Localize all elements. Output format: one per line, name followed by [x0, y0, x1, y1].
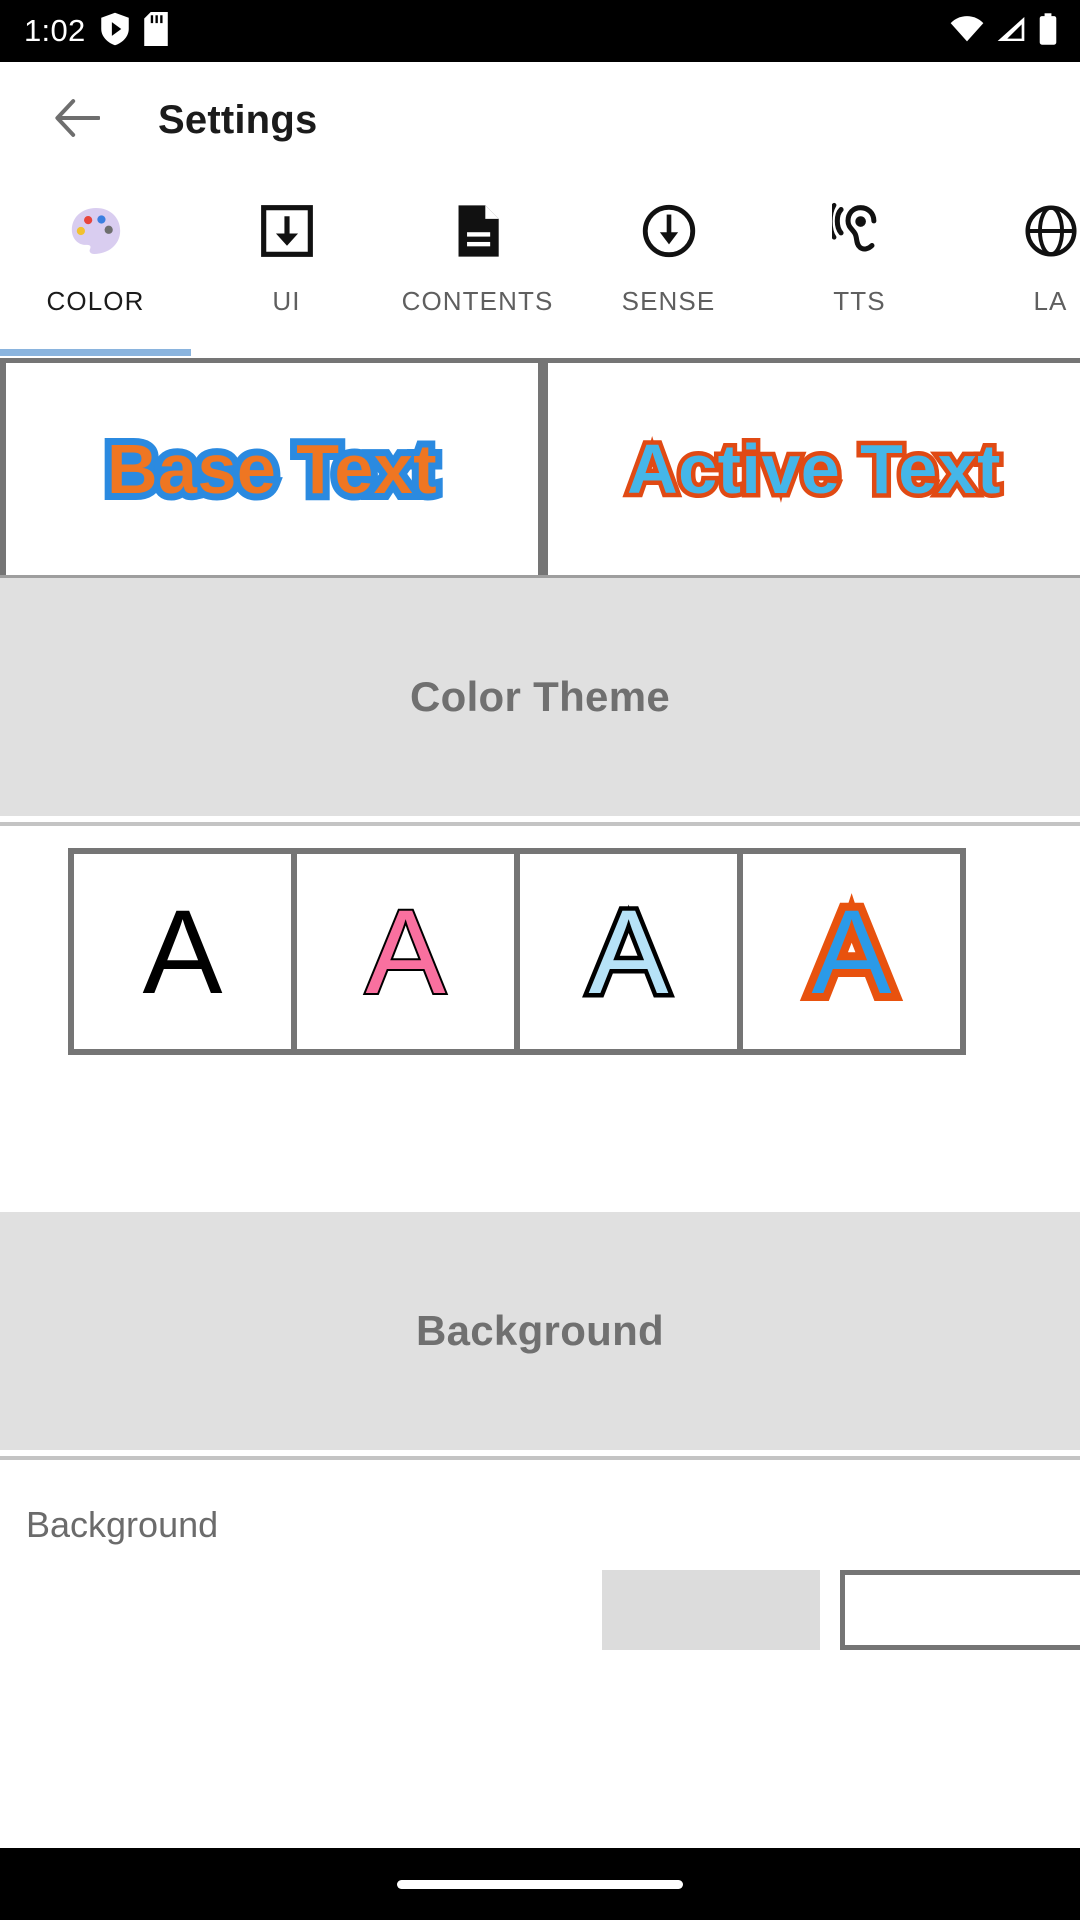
tab-label-ui: UI — [272, 286, 301, 316]
color-theme-section-header: Color Theme — [0, 578, 1080, 816]
active-text-preview-card[interactable]: Active Text — [544, 363, 1080, 575]
shield-play-icon — [100, 12, 130, 51]
back-button[interactable] — [46, 89, 108, 151]
app-bar: Settings — [0, 62, 1080, 178]
tab-label-contents: CONTENTS — [401, 286, 554, 316]
tab-ui[interactable]: UI — [191, 178, 382, 356]
status-bar-right — [950, 12, 1058, 50]
tab-language[interactable]: LA — [955, 178, 1080, 356]
background-list-row[interactable]: Background — [0, 1460, 1080, 1670]
status-bar-clock: 1:02 — [24, 13, 86, 48]
tab-contents[interactable]: CONTENTS — [382, 178, 573, 356]
tab-label-sense: SENSE — [621, 286, 716, 316]
background-row-label: Background — [26, 1504, 219, 1545]
background-title: Background — [415, 1307, 665, 1354]
boxed-download-arrow-icon — [260, 200, 314, 262]
color-theme-swatch-row: A A A A — [68, 848, 986, 1055]
theme-swatch-4[interactable]: A — [737, 848, 966, 1055]
status-bar: 1:02 — [0, 0, 1080, 62]
system-navigation-bar — [0, 1848, 1080, 1920]
tab-active-indicator — [0, 349, 191, 356]
tab-label-tts: TTS — [833, 286, 886, 316]
base-text-preview-card[interactable]: Base Text — [0, 363, 544, 575]
background-swatch-group — [602, 1570, 1080, 1650]
tab-label-color: COLOR — [46, 286, 145, 316]
back-arrow-icon — [54, 98, 101, 143]
battery-icon — [1038, 12, 1058, 50]
theme-letter-3: A — [584, 884, 673, 1019]
document-icon — [452, 200, 504, 262]
palette-icon — [67, 200, 125, 262]
theme-letter-4: A — [803, 884, 899, 1020]
background-swatch-white[interactable] — [840, 1570, 1080, 1650]
status-bar-left: 1:02 — [24, 11, 168, 51]
theme-swatch-1[interactable]: A — [68, 848, 297, 1055]
wifi-icon — [950, 15, 984, 48]
hearing-ear-icon — [831, 200, 888, 262]
tab-sense[interactable]: SENSE — [573, 178, 764, 356]
color-theme-swatch-area: A A A A — [0, 826, 1080, 1212]
theme-letter-1: A — [142, 884, 223, 1019]
language-icon — [1024, 200, 1078, 262]
settings-tab-bar[interactable]: COLOR UI CONTENTS SENSE TTS LA — [0, 178, 1080, 356]
base-text-sample: Base Text — [100, 423, 444, 515]
active-text-sample: Active Text — [623, 426, 1005, 513]
tab-label-language: LA — [1033, 286, 1068, 316]
cellular-signal-icon — [995, 15, 1027, 48]
gesture-pill[interactable] — [397, 1879, 683, 1889]
theme-letter-2: A — [363, 884, 447, 1019]
text-preview-row: Base Text Active Text — [0, 358, 1080, 578]
background-swatch-gray[interactable] — [602, 1570, 820, 1650]
tab-color[interactable]: COLOR — [0, 178, 191, 356]
background-section-header: Background — [0, 1212, 1080, 1450]
sd-card-icon — [143, 11, 168, 51]
theme-swatch-2[interactable]: A — [291, 848, 520, 1055]
circled-down-arrow-icon — [641, 200, 697, 262]
color-theme-title: Color Theme — [410, 673, 670, 720]
page-title: Settings — [158, 97, 318, 142]
tab-tts[interactable]: TTS — [764, 178, 955, 356]
theme-swatch-3[interactable]: A — [514, 848, 743, 1055]
